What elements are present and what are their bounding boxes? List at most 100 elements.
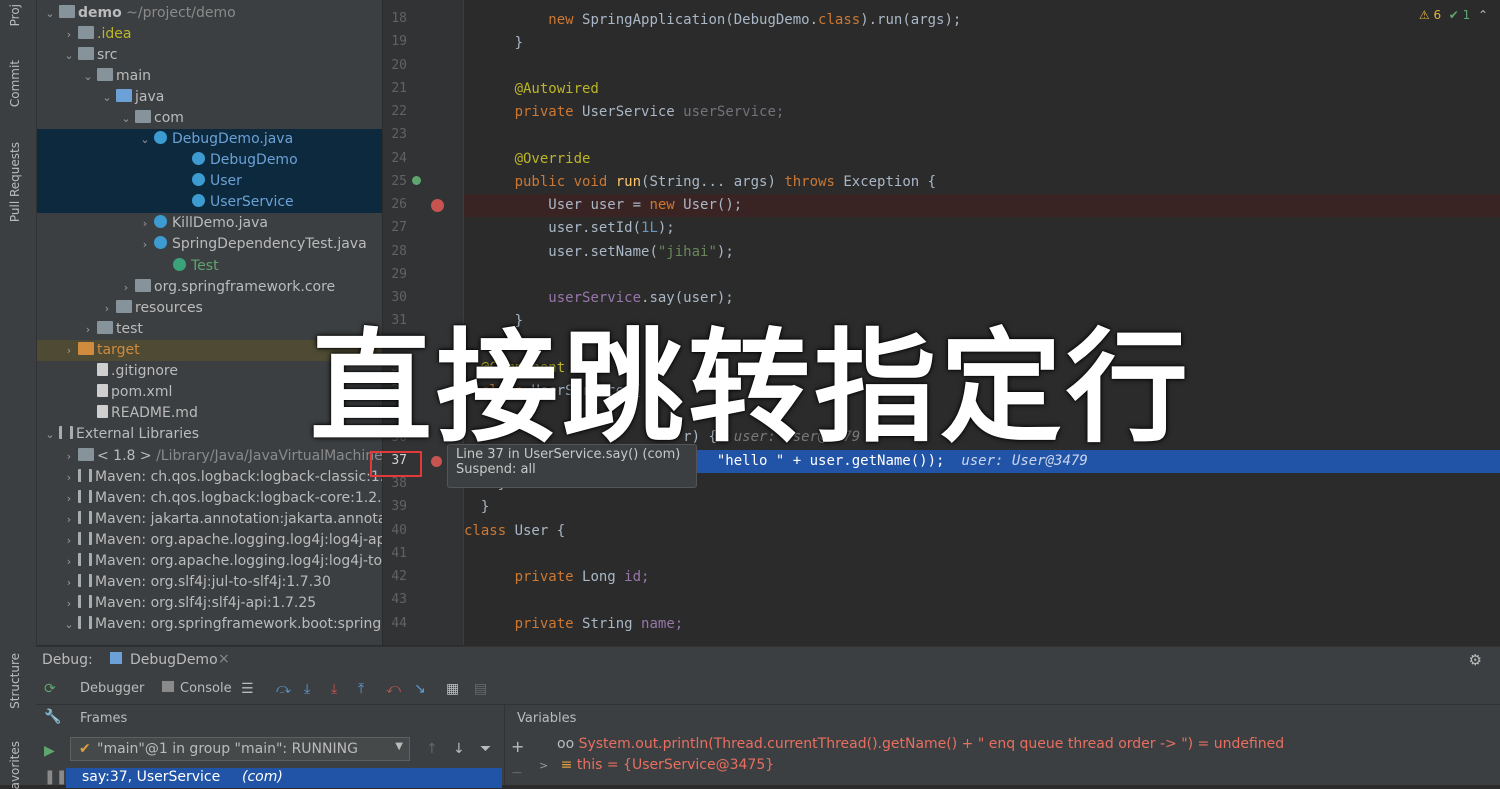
- debug-session-tab[interactable]: DebugDemo: [130, 652, 218, 668]
- line-number[interactable]: 23: [381, 127, 407, 142]
- thread-select[interactable]: ✔ "main"@1 in group "main": RUNNING ▼: [70, 737, 410, 761]
- trace-icon[interactable]: ▤: [474, 681, 487, 697]
- force-step-into-icon[interactable]: ⤓: [331, 681, 337, 697]
- frame-list-item[interactable]: say:37, UserService (com): [66, 768, 502, 788]
- tree-item[interactable]: ⌄ DebugDemo.java: [37, 129, 382, 150]
- tree-item[interactable]: › Maven: org.apache.logging.log4j:log4j-t…: [37, 551, 382, 572]
- line-number[interactable]: 44: [381, 616, 407, 631]
- inspection-widget[interactable]: ⚠ 6 ✔ 1 ⌃: [1419, 8, 1488, 22]
- chevron-down-icon[interactable]: ⌄: [81, 66, 95, 87]
- close-icon[interactable]: ×: [218, 651, 230, 667]
- structure-tool-tab[interactable]: Structure: [8, 653, 22, 709]
- tree-item[interactable]: › Maven: ch.qos.logback:logback-core:1.2.…: [37, 488, 382, 509]
- commit-tool-tab[interactable]: Commit: [8, 60, 22, 107]
- line-number[interactable]: 43: [381, 592, 407, 607]
- line-number[interactable]: 41: [381, 546, 407, 561]
- gear-icon[interactable]: ⚙: [1469, 651, 1482, 669]
- run-to-cursor-icon[interactable]: ↘: [414, 681, 426, 697]
- tree-item[interactable]: UserService: [37, 192, 382, 213]
- pull-requests-tool-tab[interactable]: Pull Requests: [8, 142, 22, 222]
- checks-count[interactable]: ✔ 1: [1449, 8, 1471, 22]
- arrow-up-icon[interactable]: ↑: [426, 741, 438, 757]
- chevron-right-icon[interactable]: ›: [62, 467, 76, 488]
- favorites-tool-tab[interactable]: avorites: [8, 741, 22, 789]
- chevron-up-icon[interactable]: ⌃: [1478, 8, 1488, 22]
- chevron-right-icon[interactable]: ›: [119, 277, 133, 298]
- tree-item[interactable]: › resources: [37, 298, 382, 319]
- chevron-right-icon[interactable]: ›: [62, 340, 76, 361]
- tree-item[interactable]: › SpringDependencyTest.java: [37, 234, 382, 255]
- step-out-icon[interactable]: ⤒: [358, 681, 364, 697]
- tree-item[interactable]: Test: [37, 256, 382, 277]
- chevron-down-icon[interactable]: ⌄: [119, 108, 133, 129]
- chevron-right-icon[interactable]: ›: [62, 24, 76, 45]
- tree-item[interactable]: ⌄ java: [37, 87, 382, 108]
- chevron-right-icon[interactable]: ›: [62, 593, 76, 614]
- tree-item[interactable]: ⌄ com: [37, 108, 382, 129]
- tree-item[interactable]: › Maven: org.slf4j:jul-to-slf4j:1.7.30: [37, 572, 382, 593]
- line-number[interactable]: 18: [381, 11, 407, 26]
- chevron-right-icon[interactable]: ›: [81, 319, 95, 340]
- remove-watch-icon[interactable]: −: [511, 765, 523, 781]
- project-tool-tab[interactable]: Proj: [8, 4, 22, 26]
- chevron-right-icon[interactable]: ›: [138, 234, 152, 255]
- tree-item[interactable]: › Maven: ch.qos.logback:logback-classic:1…: [37, 467, 382, 488]
- line-number[interactable]: 27: [381, 220, 407, 235]
- line-number[interactable]: 24: [381, 151, 407, 166]
- arrow-down-icon[interactable]: ↓: [453, 741, 465, 757]
- line-number[interactable]: 22: [381, 104, 407, 119]
- chevron-down-icon[interactable]: ⌄: [43, 424, 57, 445]
- line-number[interactable]: 28: [381, 244, 407, 259]
- chevron-down-icon[interactable]: ⌄: [138, 129, 152, 150]
- line-number[interactable]: 21: [381, 81, 407, 96]
- chevron-right-icon[interactable]: ›: [100, 298, 114, 319]
- tree-item[interactable]: ⌄ src: [37, 45, 382, 66]
- tree-item[interactable]: › Maven: org.slf4j:slf4j-api:1.7.25: [37, 593, 382, 614]
- line-number[interactable]: 38: [381, 476, 407, 491]
- tab-debugger[interactable]: Debugger: [80, 681, 144, 696]
- tree-item[interactable]: › Maven: jakarta.annotation:jakarta.annot…: [37, 509, 382, 530]
- line-number[interactable]: 26: [381, 197, 407, 212]
- chevron-right-icon[interactable]: ›: [62, 446, 76, 467]
- chevron-down-icon[interactable]: ⌄: [62, 614, 76, 635]
- filter-icon[interactable]: ⏷: [480, 741, 491, 757]
- line-number[interactable]: 25: [381, 174, 407, 189]
- chevron-down-icon[interactable]: ⌄: [100, 87, 114, 108]
- line-number[interactable]: 30: [381, 290, 407, 305]
- tree-item[interactable]: › Maven: org.apache.logging.log4j:log4j-a…: [37, 530, 382, 551]
- chevron-right-icon[interactable]: ›: [62, 509, 76, 530]
- tree-item[interactable]: User: [37, 171, 382, 192]
- drop-frame-icon[interactable]: ⤺: [386, 681, 401, 697]
- tree-item[interactable]: › .idea: [37, 24, 382, 45]
- chevron-right-icon[interactable]: ›: [62, 488, 76, 509]
- add-watch-icon[interactable]: +: [511, 737, 524, 756]
- line-number[interactable]: 42: [381, 569, 407, 584]
- rerun-icon[interactable]: ⟳: [44, 681, 56, 697]
- warnings-count[interactable]: ⚠ 6: [1419, 8, 1441, 22]
- chevron-down-icon[interactable]: ⌄: [62, 45, 76, 66]
- line-number[interactable]: 39: [381, 499, 407, 514]
- resume-icon[interactable]: ▶: [44, 743, 55, 759]
- tree-item[interactable]: › KillDemo.java: [37, 213, 382, 234]
- step-into-icon[interactable]: ⤓: [304, 681, 310, 697]
- chevron-down-icon[interactable]: ⌄: [43, 3, 57, 24]
- chevron-right-icon[interactable]: ›: [62, 572, 76, 593]
- line-number[interactable]: 20: [381, 58, 407, 73]
- line-number[interactable]: 40: [381, 523, 407, 538]
- evaluate-icon[interactable]: ▦: [446, 681, 459, 697]
- line-number[interactable]: 29: [381, 267, 407, 282]
- wrench-icon[interactable]: 🔧: [44, 709, 61, 725]
- tree-item[interactable]: ⌄ demo ~/project/demo: [37, 3, 382, 24]
- tab-console[interactable]: Console: [180, 681, 232, 696]
- line-number[interactable]: 19: [381, 34, 407, 49]
- chevron-right-icon[interactable]: ›: [138, 213, 152, 234]
- step-over-icon[interactable]: ⤼: [276, 681, 291, 697]
- menu-icon[interactable]: ☰: [241, 681, 254, 697]
- breakpoint-icon[interactable]: [431, 199, 444, 212]
- tree-item[interactable]: ⌄ main: [37, 66, 382, 87]
- chevron-right-icon[interactable]: ›: [62, 530, 76, 551]
- chevron-right-icon[interactable]: ›: [62, 551, 76, 572]
- variable-this[interactable]: > ≡ this = {UserService@3475}: [539, 757, 774, 773]
- watch-expression[interactable]: oo System.out.println(Thread.currentThre…: [557, 736, 1284, 752]
- tree-item[interactable]: ⌄ Maven: org.springframework.boot:spring-…: [37, 614, 382, 635]
